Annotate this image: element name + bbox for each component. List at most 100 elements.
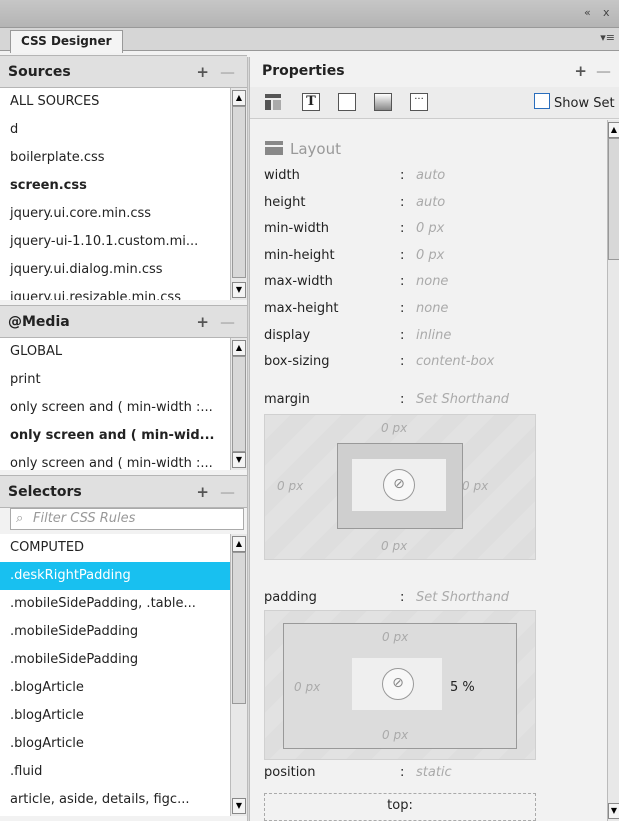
property-row-position[interactable]: position : static (264, 765, 604, 785)
margin-top-value[interactable]: 0 px (381, 421, 407, 435)
layout-icon[interactable] (264, 93, 282, 111)
media-scrollbar[interactable]: ▲ ▼ (230, 338, 247, 470)
add-source-button[interactable]: + (196, 56, 209, 88)
link-paddings-icon[interactable]: ⊘ (382, 668, 414, 700)
remove-selector-button[interactable]: — (220, 476, 235, 508)
property-row-max-width[interactable]: max-width: none (264, 274, 604, 294)
property-separator: : (400, 765, 405, 780)
media-query-item[interactable]: GLOBAL (0, 338, 230, 366)
scroll-up-icon[interactable]: ▲ (232, 536, 246, 552)
filter-css-rules-input[interactable]: ⌕ Filter CSS Rules (10, 508, 244, 530)
media-query-item[interactable]: only screen and ( min-wid... (0, 422, 230, 450)
property-row-width[interactable]: width: auto (264, 168, 604, 188)
link-margins-icon[interactable]: ⊘ (383, 469, 415, 501)
selector-item[interactable]: .blogArticle (0, 730, 230, 758)
media-query-item[interactable]: only screen and ( min-width :... (0, 450, 230, 470)
margin-right-value[interactable]: 0 px (462, 479, 488, 493)
scroll-down-icon[interactable]: ▼ (232, 452, 246, 468)
property-value[interactable]: auto (416, 195, 445, 210)
selector-item[interactable]: .mobileSidePadding, .table... (0, 590, 230, 618)
property-row-min-height[interactable]: min-height:0 px (264, 248, 604, 268)
source-item[interactable]: jquery.ui.resizable.min.css (0, 284, 230, 300)
add-property-button[interactable]: + (574, 57, 587, 85)
selector-item[interactable]: .deskRightPadding (0, 562, 230, 590)
padding-bottom-value[interactable]: 0 px (382, 728, 408, 742)
property-value[interactable]: none (416, 301, 448, 316)
property-value[interactable]: inline (416, 328, 451, 343)
remove-source-button[interactable]: — (220, 56, 235, 88)
show-set-checkbox[interactable] (534, 93, 550, 109)
property-row-display[interactable]: display: inline (264, 328, 604, 348)
scroll-up-icon[interactable]: ▲ (232, 90, 246, 106)
panel-menu-icon[interactable]: ▾≡ (600, 31, 615, 44)
selector-item[interactable]: .blogArticle (0, 702, 230, 730)
collapse-icon[interactable]: « (584, 6, 591, 19)
property-key: max-height (264, 301, 339, 316)
panel-tab-strip: CSS Designer ▾≡ (0, 28, 619, 53)
tab-css-designer[interactable]: CSS Designer (10, 30, 123, 53)
property-row-padding[interactable]: padding : Set Shorthand (264, 590, 604, 610)
margin-bottom-value[interactable]: 0 px (381, 539, 407, 553)
property-row-max-height[interactable]: max-height: none (264, 301, 604, 321)
property-row-box-sizing[interactable]: box-sizing: content-box (264, 354, 604, 374)
position-top-box[interactable]: top: (264, 793, 536, 821)
scroll-down-icon[interactable]: ▼ (232, 798, 246, 814)
property-separator: : (400, 194, 405, 210)
selector-item[interactable]: article, aside, details, figc... (0, 786, 230, 814)
sources-scrollbar[interactable]: ▲ ▼ (230, 88, 247, 300)
property-value[interactable]: none (416, 274, 448, 289)
add-media-button[interactable]: + (196, 306, 209, 338)
selector-item[interactable]: .fluid (0, 758, 230, 786)
source-item[interactable]: boilerplate.css (0, 144, 230, 172)
scroll-down-icon[interactable]: ▼ (608, 803, 619, 819)
scroll-thumb[interactable] (232, 552, 246, 704)
source-item[interactable]: ALL SOURCES (0, 88, 230, 116)
scroll-up-icon[interactable]: ▲ (608, 122, 619, 138)
property-value[interactable]: content-box (416, 354, 494, 369)
source-item[interactable]: d (0, 116, 230, 144)
scroll-thumb[interactable] (232, 356, 246, 452)
property-value[interactable]: 0 px (416, 248, 444, 263)
background-icon[interactable] (374, 93, 392, 111)
property-row-min-width[interactable]: min-width:0 px (264, 221, 604, 241)
property-key: width (264, 168, 300, 183)
property-value[interactable]: auto (416, 168, 445, 183)
layout-section-heading: Layout (264, 140, 341, 160)
selector-item[interactable]: .mobileSidePadding (0, 618, 230, 646)
remove-property-button[interactable]: — (596, 57, 611, 85)
padding-right-value[interactable]: 5 % (450, 680, 475, 695)
properties-scrollbar[interactable]: ▲ ▼ (607, 120, 619, 821)
remove-media-button[interactable]: — (220, 306, 235, 338)
margin-inner-box: ⊘ (337, 443, 463, 529)
property-row-height[interactable]: height: auto (264, 195, 604, 215)
property-value[interactable]: static (416, 765, 452, 780)
scroll-up-icon[interactable]: ▲ (232, 340, 246, 356)
selector-item[interactable]: .blogArticle (0, 674, 230, 702)
selector-item[interactable]: .mobileSidePadding (0, 646, 230, 674)
property-row-margin[interactable]: margin : Set Shorthand (264, 392, 604, 412)
selectors-scrollbar[interactable]: ▲ ▼ (230, 534, 247, 816)
source-item[interactable]: jquery.ui.core.min.css (0, 200, 230, 228)
padding-left-value[interactable]: 0 px (294, 680, 320, 694)
margin-left-value[interactable]: 0 px (277, 479, 303, 493)
close-icon[interactable]: x (603, 6, 610, 19)
property-key: position (264, 765, 316, 780)
scroll-down-icon[interactable]: ▼ (232, 282, 246, 298)
source-item[interactable]: jquery-ui-1.10.1.custom.mi... (0, 228, 230, 256)
property-value[interactable]: Set Shorthand (416, 392, 509, 407)
property-value[interactable]: 0 px (416, 221, 444, 236)
media-query-item[interactable]: print (0, 366, 230, 394)
property-value[interactable]: Set Shorthand (416, 590, 509, 605)
scroll-thumb[interactable] (232, 106, 246, 278)
source-item[interactable]: jquery.ui.dialog.min.css (0, 256, 230, 284)
more-icon[interactable]: ··· (410, 93, 428, 111)
media-query-item[interactable]: only screen and ( min-width :... (0, 394, 230, 422)
border-icon[interactable] (338, 93, 356, 111)
padding-top-value[interactable]: 0 px (382, 630, 408, 644)
show-set-toggle[interactable]: Show Set (534, 93, 615, 111)
text-icon[interactable]: T (302, 93, 320, 111)
source-item[interactable]: screen.css (0, 172, 230, 200)
add-selector-button[interactable]: + (196, 476, 209, 508)
scroll-thumb[interactable] (608, 138, 619, 260)
selector-item[interactable]: COMPUTED (0, 534, 230, 562)
